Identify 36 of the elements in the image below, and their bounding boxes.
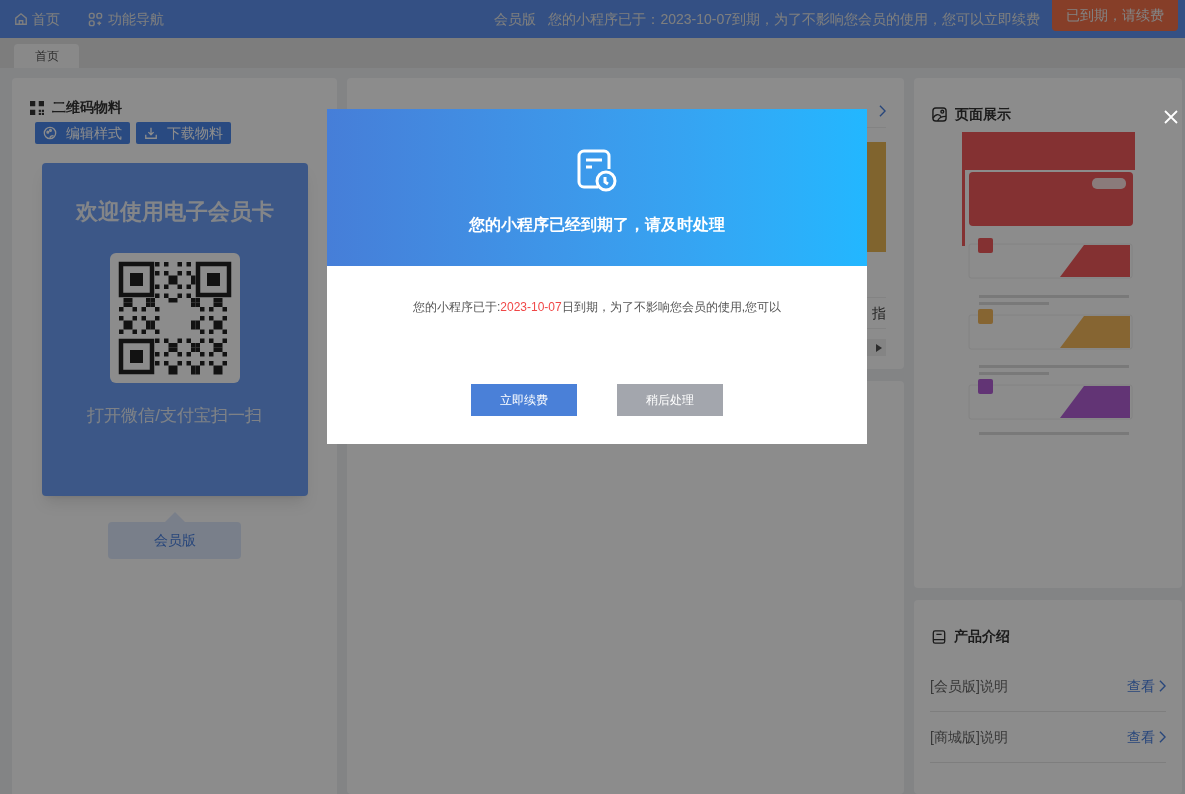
later-button[interactable]: 稍后处理 — [617, 384, 723, 416]
dialog-heading: 您的小程序已经到期了，请及时处理 — [469, 215, 725, 235]
expiry-notice: 您的小程序已于：2023-10-07到期，为了不影响您会员的使用，您可以立即续费 — [548, 9, 1040, 29]
chevron-right-icon — [1159, 680, 1166, 693]
panel-title: 二维码物料 — [52, 98, 122, 117]
document-clock-icon — [576, 149, 618, 193]
renew-button[interactable]: 已到期，请续费 — [1052, 0, 1178, 31]
close-icon — [1163, 109, 1179, 125]
toolbar-button[interactable]: 编辑样式 — [35, 122, 130, 144]
view-link[interactable]: 查看 — [1127, 726, 1166, 748]
scroll-right-arrow-icon — [876, 343, 882, 352]
home-icon — [14, 12, 28, 26]
card-title: 欢迎使用电子会员卡 — [75, 198, 274, 226]
product-item-label: [商城版]说明 — [930, 727, 1008, 747]
panel-title: 页面展示 — [955, 105, 1011, 124]
card-caption: 打开微信/支付宝扫一扫 — [87, 405, 262, 427]
renew-now-button[interactable]: 立即续费 — [471, 384, 577, 416]
palette-icon — [43, 126, 57, 140]
panel-title: 产品介绍 — [954, 627, 1010, 647]
grid-icon — [88, 11, 103, 27]
nav-link[interactable]: 功能导航 — [88, 8, 164, 30]
activity-text: 指 — [872, 303, 886, 323]
view-link[interactable]: 查看 — [1127, 675, 1166, 697]
qr-code-icon — [30, 100, 44, 115]
picture-icon — [932, 107, 947, 122]
book-icon — [932, 628, 946, 645]
chevron-right-icon[interactable] — [879, 105, 886, 117]
dialog-message: 您的小程序已于:2023-10-07 日到期，为了不影响您会员的使用,您可以 — [411, 299, 783, 316]
download-icon — [144, 126, 158, 140]
close-button[interactable] — [1163, 109, 1179, 125]
page-tab[interactable]: 首页 — [14, 44, 79, 68]
product-item-label: [会员版]说明 — [930, 676, 1008, 696]
edition-label: 会员版 — [494, 9, 537, 29]
home-link[interactable]: 首页 — [14, 8, 60, 30]
toolbar-button[interactable]: 下载物料 — [136, 122, 231, 144]
chevron-right-icon — [1159, 731, 1166, 744]
